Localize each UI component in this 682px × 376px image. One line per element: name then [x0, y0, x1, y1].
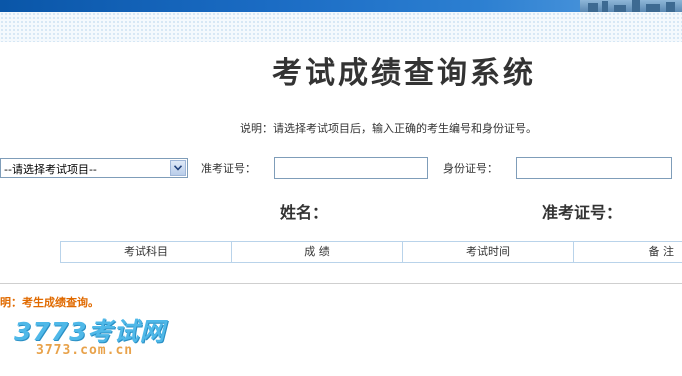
instruction-text: 说明：请选择考试项目后，输入正确的考生编号和身份证号。 [240, 122, 537, 135]
id-number-input[interactable] [516, 157, 672, 179]
result-name-label: 姓名： [280, 203, 329, 222]
header-city-image [580, 0, 682, 12]
score-table-header: 考试科目 成 绩 考试时间 备 注 [60, 241, 682, 263]
exam-select[interactable]: --请选择考试项目-- [0, 158, 188, 178]
ticket-number-label: 准考证号： [201, 162, 256, 175]
result-ticket-label: 准考证号： [542, 203, 623, 222]
chevron-down-icon[interactable] [170, 160, 186, 176]
divider [0, 283, 682, 284]
column-header: 考试科目 [60, 242, 231, 262]
exam-select-value: --请选择考试项目-- [4, 163, 97, 176]
site-logo-url: 3773.com.cn [36, 343, 134, 358]
column-header: 考试时间 [402, 242, 573, 262]
id-number-label: 身份证号： [443, 162, 498, 175]
footer-note: 明：考生成绩查询。 [0, 296, 99, 309]
page-title: 考试成绩查询系统 [272, 56, 536, 91]
column-header: 备 注 [573, 242, 682, 262]
column-header: 成 绩 [231, 242, 402, 262]
ticket-number-input[interactable] [274, 157, 428, 179]
header-pattern [0, 12, 682, 42]
